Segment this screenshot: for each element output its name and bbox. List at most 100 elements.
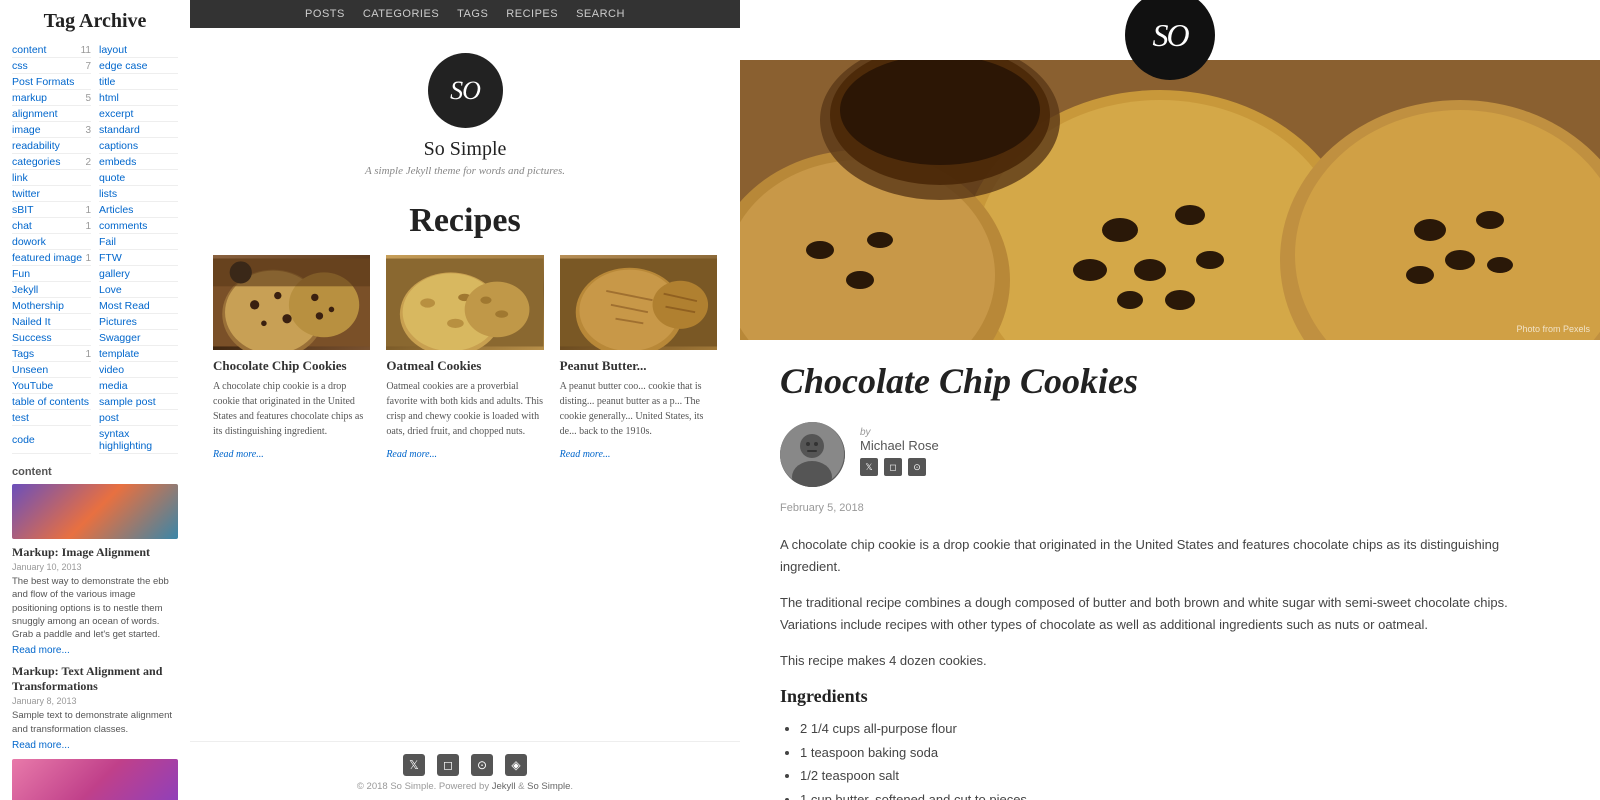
feed-icon[interactable]: ◈: [505, 754, 527, 776]
tag-link[interactable]: Post Formats: [12, 76, 74, 88]
jekyll-link[interactable]: Jekyll: [492, 781, 516, 792]
tag-item[interactable]: FTW: [99, 251, 178, 266]
tag-item[interactable]: alignment: [12, 107, 91, 122]
tag-item[interactable]: content11: [12, 43, 91, 58]
tag-item[interactable]: title: [99, 75, 178, 90]
recipe-read-more-pb[interactable]: Read more...: [560, 449, 611, 460]
tag-item[interactable]: featured image1: [12, 251, 91, 266]
so-simple-link[interactable]: So Simple: [527, 781, 570, 792]
tag-item[interactable]: Unseen: [12, 363, 91, 378]
tag-link[interactable]: alignment: [12, 108, 58, 120]
tag-item[interactable]: twitter: [12, 187, 91, 202]
author-name[interactable]: Michael Rose: [860, 438, 939, 453]
post-title-1[interactable]: Markup: Image Alignment: [12, 545, 178, 560]
tag-link[interactable]: Jekyll: [12, 284, 38, 296]
tag-item[interactable]: css7: [12, 59, 91, 74]
tag-link[interactable]: Articles: [99, 204, 133, 216]
tag-item[interactable]: link: [12, 171, 91, 186]
tag-link[interactable]: template: [99, 348, 139, 360]
tag-item[interactable]: image3: [12, 123, 91, 138]
tag-link[interactable]: YouTube: [12, 380, 53, 392]
tag-link[interactable]: media: [99, 380, 128, 392]
nav-search[interactable]: SEARCH: [576, 8, 625, 20]
tag-link[interactable]: syntax highlighting: [99, 428, 178, 452]
nav-recipes[interactable]: RECIPES: [506, 8, 558, 20]
tag-item[interactable]: syntax highlighting: [99, 427, 178, 454]
tag-link[interactable]: embeds: [99, 156, 136, 168]
tag-item[interactable]: excerpt: [99, 107, 178, 122]
tag-link[interactable]: Pictures: [99, 316, 137, 328]
tag-link[interactable]: layout: [99, 44, 127, 56]
tag-item[interactable]: Mothership: [12, 299, 91, 314]
tag-item[interactable]: gallery: [99, 267, 178, 282]
tag-item[interactable]: table of contents: [12, 395, 91, 410]
tag-link[interactable]: Fail: [99, 236, 116, 248]
recipe-title-choc[interactable]: Chocolate Chip Cookies: [213, 358, 370, 374]
tag-link[interactable]: FTW: [99, 252, 122, 264]
tag-item[interactable]: Success: [12, 331, 91, 346]
tag-link[interactable]: captions: [99, 140, 138, 152]
tag-link[interactable]: sample post: [99, 396, 156, 408]
tag-link[interactable]: image: [12, 124, 41, 136]
tag-link[interactable]: Tags: [12, 348, 34, 360]
tag-item[interactable]: video: [99, 363, 178, 378]
tag-item[interactable]: template: [99, 347, 178, 362]
post-thumbnail-1[interactable]: [12, 484, 178, 539]
tag-item[interactable]: test: [12, 411, 91, 426]
recipe-read-more-oat[interactable]: Read more...: [386, 449, 437, 460]
recipe-title-pb[interactable]: Peanut Butter...: [560, 358, 717, 374]
tag-link[interactable]: link: [12, 172, 28, 184]
tag-item[interactable]: lists: [99, 187, 178, 202]
tag-link[interactable]: post: [99, 412, 119, 424]
tag-item[interactable]: sBIT1: [12, 203, 91, 218]
tag-link[interactable]: code: [12, 434, 35, 446]
tag-link[interactable]: html: [99, 92, 119, 104]
tag-link[interactable]: twitter: [12, 188, 40, 200]
tag-item[interactable]: readability: [12, 139, 91, 154]
tag-link[interactable]: dowork: [12, 236, 46, 248]
tag-item[interactable]: Most Read: [99, 299, 178, 314]
tag-item[interactable]: standard: [99, 123, 178, 138]
tag-item[interactable]: markup5: [12, 91, 91, 106]
tag-link[interactable]: readability: [12, 140, 60, 152]
tag-link[interactable]: categories: [12, 156, 60, 168]
instagram-icon[interactable]: ◻: [437, 754, 459, 776]
tag-item[interactable]: chat1: [12, 219, 91, 234]
tag-item[interactable]: Pictures: [99, 315, 178, 330]
tag-link[interactable]: content: [12, 44, 46, 56]
tag-link[interactable]: video: [99, 364, 124, 376]
recipe-read-more-choc[interactable]: Read more...: [213, 449, 264, 460]
tag-item[interactable]: YouTube: [12, 379, 91, 394]
nav-posts[interactable]: POSTS: [305, 8, 345, 20]
tag-item[interactable]: media: [99, 379, 178, 394]
blog-title[interactable]: So Simple: [424, 138, 507, 161]
tag-link[interactable]: css: [12, 60, 28, 72]
tag-item[interactable]: quote: [99, 171, 178, 186]
tag-link[interactable]: standard: [99, 124, 140, 136]
tag-link[interactable]: sBIT: [12, 204, 34, 216]
tag-item[interactable]: Post Formats: [12, 75, 91, 90]
tag-item[interactable]: post: [99, 411, 178, 426]
tag-link[interactable]: Fun: [12, 268, 30, 280]
tag-item[interactable]: comments: [99, 219, 178, 234]
so-logo[interactable]: SO: [428, 53, 503, 128]
tag-link[interactable]: gallery: [99, 268, 130, 280]
tag-item[interactable]: Fun: [12, 267, 91, 282]
tag-item[interactable]: dowork: [12, 235, 91, 250]
tag-item[interactable]: layout: [99, 43, 178, 58]
recipe-img-pb[interactable]: [560, 255, 717, 350]
github-icon[interactable]: ⊙: [471, 754, 493, 776]
post-title-2[interactable]: Markup: Text Alignment and Transformatio…: [12, 664, 178, 694]
twitter-icon[interactable]: 𝕏: [403, 754, 425, 776]
tag-link[interactable]: Most Read: [99, 300, 150, 312]
tag-link[interactable]: comments: [99, 220, 147, 232]
tag-item[interactable]: Swagger: [99, 331, 178, 346]
read-more-1[interactable]: Read more...: [12, 645, 70, 656]
author-github-icon[interactable]: ⊙: [908, 458, 926, 476]
tag-item[interactable]: Nailed It: [12, 315, 91, 330]
tag-link[interactable]: Mothership: [12, 300, 64, 312]
read-more-2[interactable]: Read more...: [12, 740, 70, 751]
tag-item[interactable]: code: [12, 427, 91, 454]
tag-link[interactable]: chat: [12, 220, 32, 232]
tag-item[interactable]: Fail: [99, 235, 178, 250]
